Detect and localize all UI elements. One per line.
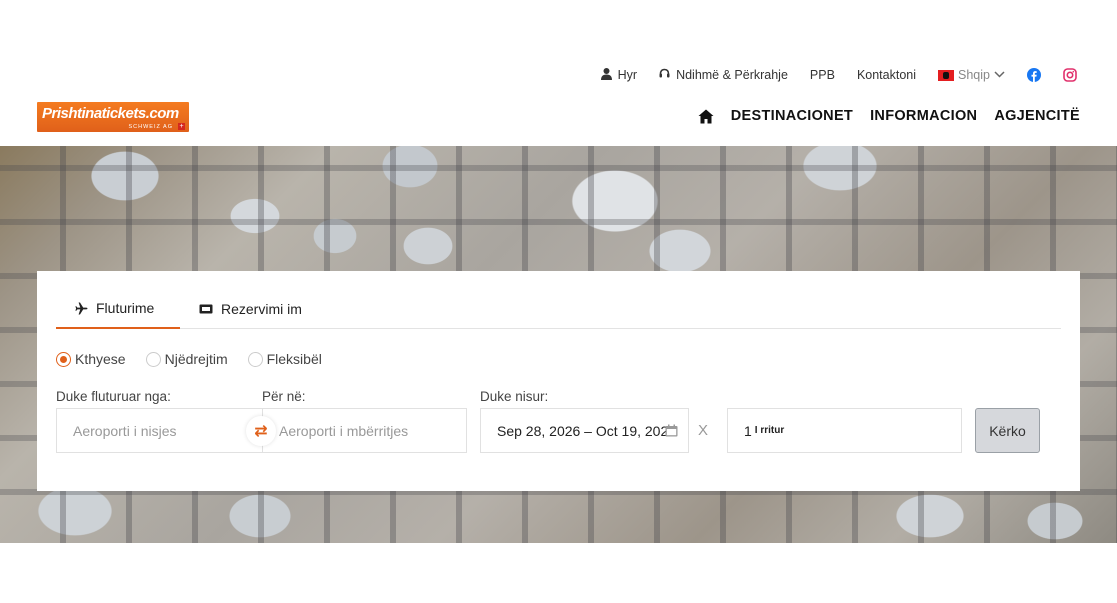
facebook-icon[interactable] — [1027, 68, 1041, 82]
tab-flights-label: Fluturime — [96, 300, 155, 316]
date-range-input[interactable]: Sep 28, 2026 – Oct 19, 2026 — [480, 408, 689, 453]
language-label: Shqip — [958, 68, 990, 82]
nav-information[interactable]: INFORMACION — [870, 108, 977, 124]
search-button[interactable]: Kërko — [975, 408, 1040, 453]
swap-airports-icon[interactable]: ⇄ — [246, 416, 276, 446]
radio-flexible[interactable] — [247, 351, 263, 367]
contact-link[interactable]: Kontaktoni — [857, 68, 916, 82]
login-label: Hyr — [617, 68, 638, 82]
logo-wordmark: Prishtinatickets.com — [42, 105, 179, 122]
arrival-airport-placeholder: Aeroporti i mbërritjes — [279, 422, 409, 439]
user-icon — [600, 67, 612, 83]
calendar-icon — [665, 424, 678, 440]
passenger-type-label: I rritur — [754, 425, 785, 436]
chevron-down-icon — [994, 69, 1005, 81]
top-utility-bar: Hyr Ndihmë & Përkrahje PPB Kontaktoni Sh… — [600, 66, 1077, 84]
swiss-cross-icon: + — [178, 123, 185, 130]
clear-dates-icon[interactable]: X — [698, 422, 708, 439]
main-nav: DESTINACIONET INFORMACION AGJENCITË — [698, 108, 1080, 124]
nav-destinations[interactable]: DESTINACIONET — [731, 108, 853, 124]
nav-agencies[interactable]: AGJENCITË — [994, 108, 1080, 124]
to-label: Për në: — [262, 389, 306, 404]
trip-type-return-label: Kthyese — [75, 351, 126, 367]
home-icon[interactable] — [698, 109, 714, 124]
tab-my-booking-label: Rezervimi im — [221, 301, 302, 317]
search-tabs: Fluturime Rezervimi im — [56, 289, 1061, 329]
departure-airport-input[interactable]: Aeroporti i nisjes — [56, 408, 263, 453]
tab-flights[interactable]: Fluturime — [56, 289, 180, 329]
language-selector[interactable]: Shqip — [938, 68, 1005, 82]
from-label: Duke fluturuar nga: — [56, 389, 171, 404]
headset-icon — [659, 68, 670, 82]
ticket-icon — [199, 304, 213, 314]
trip-type-oneway-label: Njëdrejtim — [164, 351, 228, 367]
ppb-link[interactable]: PPB — [810, 68, 835, 82]
login-link[interactable]: Hyr — [600, 67, 638, 83]
passenger-count: 1 — [744, 422, 752, 439]
trip-type-oneway[interactable]: Njëdrejtim — [145, 351, 228, 367]
albania-flag-icon — [938, 69, 955, 81]
tab-my-booking[interactable]: Rezervimi im — [199, 289, 302, 329]
trip-type-return[interactable]: Kthyese — [56, 351, 126, 367]
trip-type-flexible-label: Fleksibël — [266, 351, 322, 367]
trip-type-group: Kthyese Njëdrejtim Fleksibël — [56, 351, 342, 367]
airplane-icon — [75, 302, 88, 315]
date-label: Duke nisur: — [480, 389, 549, 404]
arrival-airport-input[interactable]: Aeroporti i mbërritjes — [262, 408, 467, 453]
instagram-icon[interactable] — [1063, 68, 1077, 82]
flight-search-panel: Fluturime Rezervimi im Kthyese Njëdrejti… — [37, 271, 1080, 491]
radio-return[interactable] — [56, 351, 71, 367]
help-label: Ndihmë & Përkrahje — [676, 68, 788, 82]
passengers-selector[interactable]: 1 I rritur — [727, 408, 962, 453]
site-logo[interactable]: Prishtinatickets.com SCHWEIZ AG + — [37, 102, 189, 132]
trip-type-flexible[interactable]: Fleksibël — [247, 351, 322, 367]
logo-subtitle: SCHWEIZ AG — [128, 124, 173, 130]
radio-oneway[interactable] — [145, 351, 161, 367]
departure-airport-placeholder: Aeroporti i nisjes — [73, 422, 177, 439]
help-link[interactable]: Ndihmë & Përkrahje — [659, 68, 788, 82]
date-range-value: Sep 28, 2026 – Oct 19, 2026 — [497, 422, 677, 439]
